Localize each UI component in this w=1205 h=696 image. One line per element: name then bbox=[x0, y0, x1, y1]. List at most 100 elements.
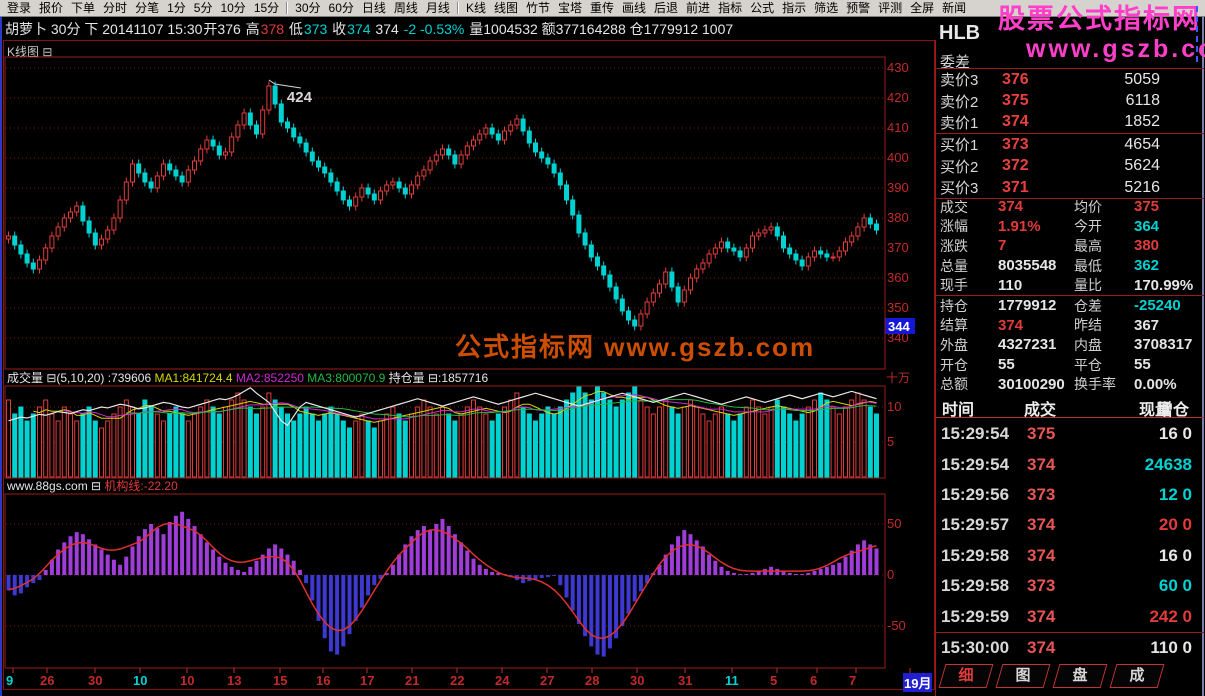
indicator-bar bbox=[217, 556, 222, 575]
candle-body bbox=[731, 247, 737, 252]
tab-图[interactable]: 图 bbox=[995, 664, 1051, 688]
tick-row[interactable]: 15:29:59 374 242 0 bbox=[936, 601, 1204, 631]
k-axis-label: 350 bbox=[887, 300, 909, 315]
time-axis[interactable]: 9 26 30 10 10 13 15 16 17 21 22 24 27 28 30 31 11 5 6 7 19月 bbox=[0, 673, 935, 692]
volume-bar bbox=[477, 406, 483, 478]
volume-bar bbox=[681, 406, 687, 478]
candle-body bbox=[607, 274, 613, 288]
orderbook-row[interactable]: 卖价2 375 6118 bbox=[936, 90, 1204, 111]
orderbook-label: 买价2 bbox=[940, 158, 979, 176]
charts-canvas[interactable]: 430420410400390380370360350340424公式指标网 w… bbox=[0, 0, 935, 696]
indicator-bar bbox=[800, 573, 805, 575]
volume-bar bbox=[458, 413, 464, 478]
orderbook-price: 376 bbox=[1002, 70, 1029, 88]
k-axis-label: 360 bbox=[887, 270, 909, 285]
indicator-bar bbox=[161, 534, 166, 575]
candle-body bbox=[384, 184, 390, 192]
tab-label: 图 bbox=[1015, 667, 1031, 684]
volume-bar bbox=[371, 427, 377, 478]
indicator-bar bbox=[37, 575, 42, 581]
indicator-bar bbox=[824, 566, 829, 575]
indicator-bar bbox=[99, 549, 104, 575]
candle-body bbox=[799, 259, 805, 267]
candle-body bbox=[433, 154, 439, 162]
candle-body bbox=[712, 247, 718, 255]
orderbook-price: 371 bbox=[1002, 178, 1029, 196]
tick-table[interactable]: 15:29:54 375 16 0 15:29:54 374 24638 15:29:56 3… bbox=[936, 419, 1204, 663]
indicator-bar bbox=[459, 542, 464, 575]
volume-bar bbox=[855, 392, 861, 478]
indicator-bar bbox=[818, 568, 823, 575]
volume-bar bbox=[650, 413, 656, 478]
tab-细[interactable]: 细 bbox=[938, 664, 994, 688]
candle-body bbox=[92, 232, 98, 246]
candle-body bbox=[719, 241, 724, 249]
tick-row[interactable]: 15:29:58 374 16 0 bbox=[936, 541, 1204, 571]
stats-row: 现手 110 量比 170.99% bbox=[936, 275, 1204, 295]
volume-bar bbox=[874, 413, 879, 478]
tick-row[interactable]: 15:29:56 373 12 0 bbox=[936, 480, 1204, 510]
volume-bar bbox=[266, 392, 272, 478]
indicator-bar bbox=[719, 566, 724, 575]
candle-body bbox=[285, 121, 290, 129]
candle-body bbox=[644, 301, 650, 315]
menu-item-新闻[interactable]: 新闻 bbox=[938, 0, 970, 16]
candle-body bbox=[539, 151, 545, 159]
volume-bar bbox=[427, 406, 433, 478]
stat-value: 3708317 bbox=[1134, 336, 1193, 354]
k-axis-label: 400 bbox=[887, 150, 909, 165]
orderbook-row[interactable]: 卖价1 374 1852 bbox=[936, 112, 1204, 133]
volume-bar bbox=[241, 399, 247, 478]
tab-成[interactable]: 成 bbox=[1109, 664, 1165, 688]
candle-body bbox=[514, 118, 520, 126]
volume-bar bbox=[774, 399, 780, 478]
candle-body bbox=[700, 262, 706, 270]
candle-body bbox=[874, 223, 879, 231]
stat-value: 362 bbox=[1134, 257, 1160, 275]
candle-body bbox=[6, 235, 11, 240]
orderbook-row[interactable]: 买价2 372 5624 bbox=[936, 156, 1204, 177]
candle-body bbox=[781, 235, 786, 249]
orderbook-row[interactable]: 买价1 373 4654 bbox=[936, 133, 1204, 155]
indicator-bar bbox=[465, 550, 470, 575]
candle-body bbox=[743, 247, 749, 258]
tick-row[interactable]: 15:29:54 374 24638 bbox=[936, 449, 1204, 479]
candle-body bbox=[415, 175, 421, 186]
candle-body bbox=[458, 154, 464, 165]
candle-body bbox=[18, 244, 24, 255]
indicator-bar bbox=[93, 544, 98, 575]
tick-row[interactable]: 15:29:54 375 16 0 bbox=[936, 419, 1204, 449]
volume-bar bbox=[619, 399, 625, 478]
stat-value: 8035548 bbox=[998, 257, 1057, 275]
tab-盘[interactable]: 盘 bbox=[1052, 664, 1108, 688]
orderbook-volume: 5059 bbox=[1124, 70, 1160, 88]
volume-bar bbox=[545, 406, 551, 478]
header-segment: MA3:800070.9 bbox=[307, 371, 389, 385]
orderbook-row[interactable]: 卖价3 376 5059 bbox=[936, 69, 1204, 90]
indicator-bar bbox=[192, 526, 197, 575]
volume-bar bbox=[861, 399, 867, 478]
stats-row: 成交 374 均价 375 bbox=[936, 197, 1204, 217]
indicator-bar bbox=[80, 534, 85, 575]
indicator-bar bbox=[638, 575, 643, 592]
time-axis-label: 15 bbox=[273, 673, 288, 688]
orderbook-row[interactable]: 买价3 371 5216 bbox=[936, 177, 1204, 198]
candle-body bbox=[793, 253, 799, 261]
candle-body bbox=[80, 205, 86, 222]
candle-body bbox=[254, 124, 259, 135]
time-axis-label: 10 bbox=[133, 673, 148, 688]
volume-bar bbox=[526, 413, 532, 478]
indicator-bar bbox=[632, 575, 637, 602]
stat-value: -25240 bbox=[1134, 297, 1181, 315]
volume-bar bbox=[74, 420, 80, 478]
tick-row[interactable]: 15:29:58 373 60 0 bbox=[936, 571, 1204, 601]
tick-row[interactable]: 15:29:57 374 20 0 bbox=[936, 510, 1204, 540]
tick-row[interactable]: 15:30:00 374 110 0 bbox=[936, 631, 1204, 663]
candle-body bbox=[663, 271, 669, 285]
indicator-bar bbox=[328, 575, 333, 652]
volume-bar bbox=[6, 399, 11, 478]
stat-value: 364 bbox=[1134, 217, 1160, 235]
tick-time: 15:29:58 bbox=[941, 576, 1010, 596]
stat-value: 374 bbox=[998, 316, 1024, 334]
candle-body bbox=[477, 133, 483, 141]
